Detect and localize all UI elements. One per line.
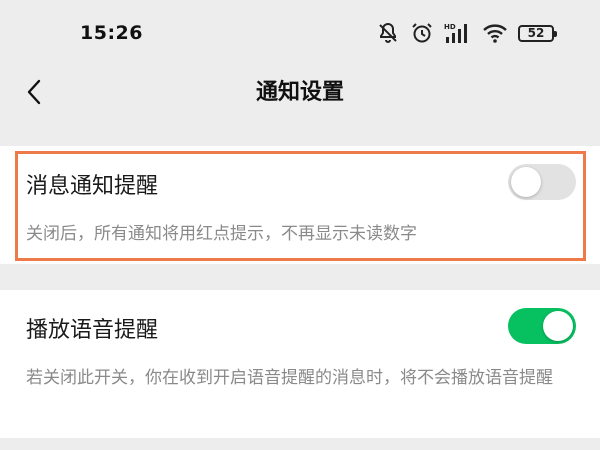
- message-notification-toggle[interactable]: [508, 164, 576, 200]
- setting-description: 关闭后，所有通知将用红点提示，不再显示未读数字: [26, 224, 417, 244]
- battery-level: 52: [527, 26, 545, 40]
- wifi-icon: [482, 22, 508, 44]
- setting-message-notification: 消息通知提醒 关闭后，所有通知将用红点提示，不再显示未读数字: [0, 146, 600, 264]
- page-title: 通知设置: [255, 80, 344, 105]
- alarm-icon: [410, 21, 434, 45]
- status-bar: 15:26 HD 52: [0, 0, 600, 66]
- setting-title: 消息通知提醒: [26, 174, 159, 199]
- hd-label: HD: [444, 23, 456, 31]
- setting-title: 播放语音提醒: [26, 318, 159, 343]
- setting-voice-reminder: 播放语音提醒 若关闭此开关，你在收到开启语音提醒的消息时，将不会播放语音提醒: [0, 290, 600, 438]
- voice-reminder-toggle[interactable]: [508, 308, 576, 344]
- toggle-knob: [511, 167, 541, 197]
- nav-bar: 通知设置: [0, 66, 600, 126]
- battery-icon: 52: [518, 24, 557, 42]
- status-time: 15:26: [80, 22, 143, 44]
- mute-icon: [376, 21, 400, 45]
- setting-description: 若关闭此开关，你在收到开启语音提醒的消息时，将不会播放语音提醒: [26, 368, 553, 388]
- signal-icon: HD: [444, 21, 472, 45]
- toggle-knob: [543, 311, 573, 341]
- status-icons: HD 52: [376, 20, 557, 46]
